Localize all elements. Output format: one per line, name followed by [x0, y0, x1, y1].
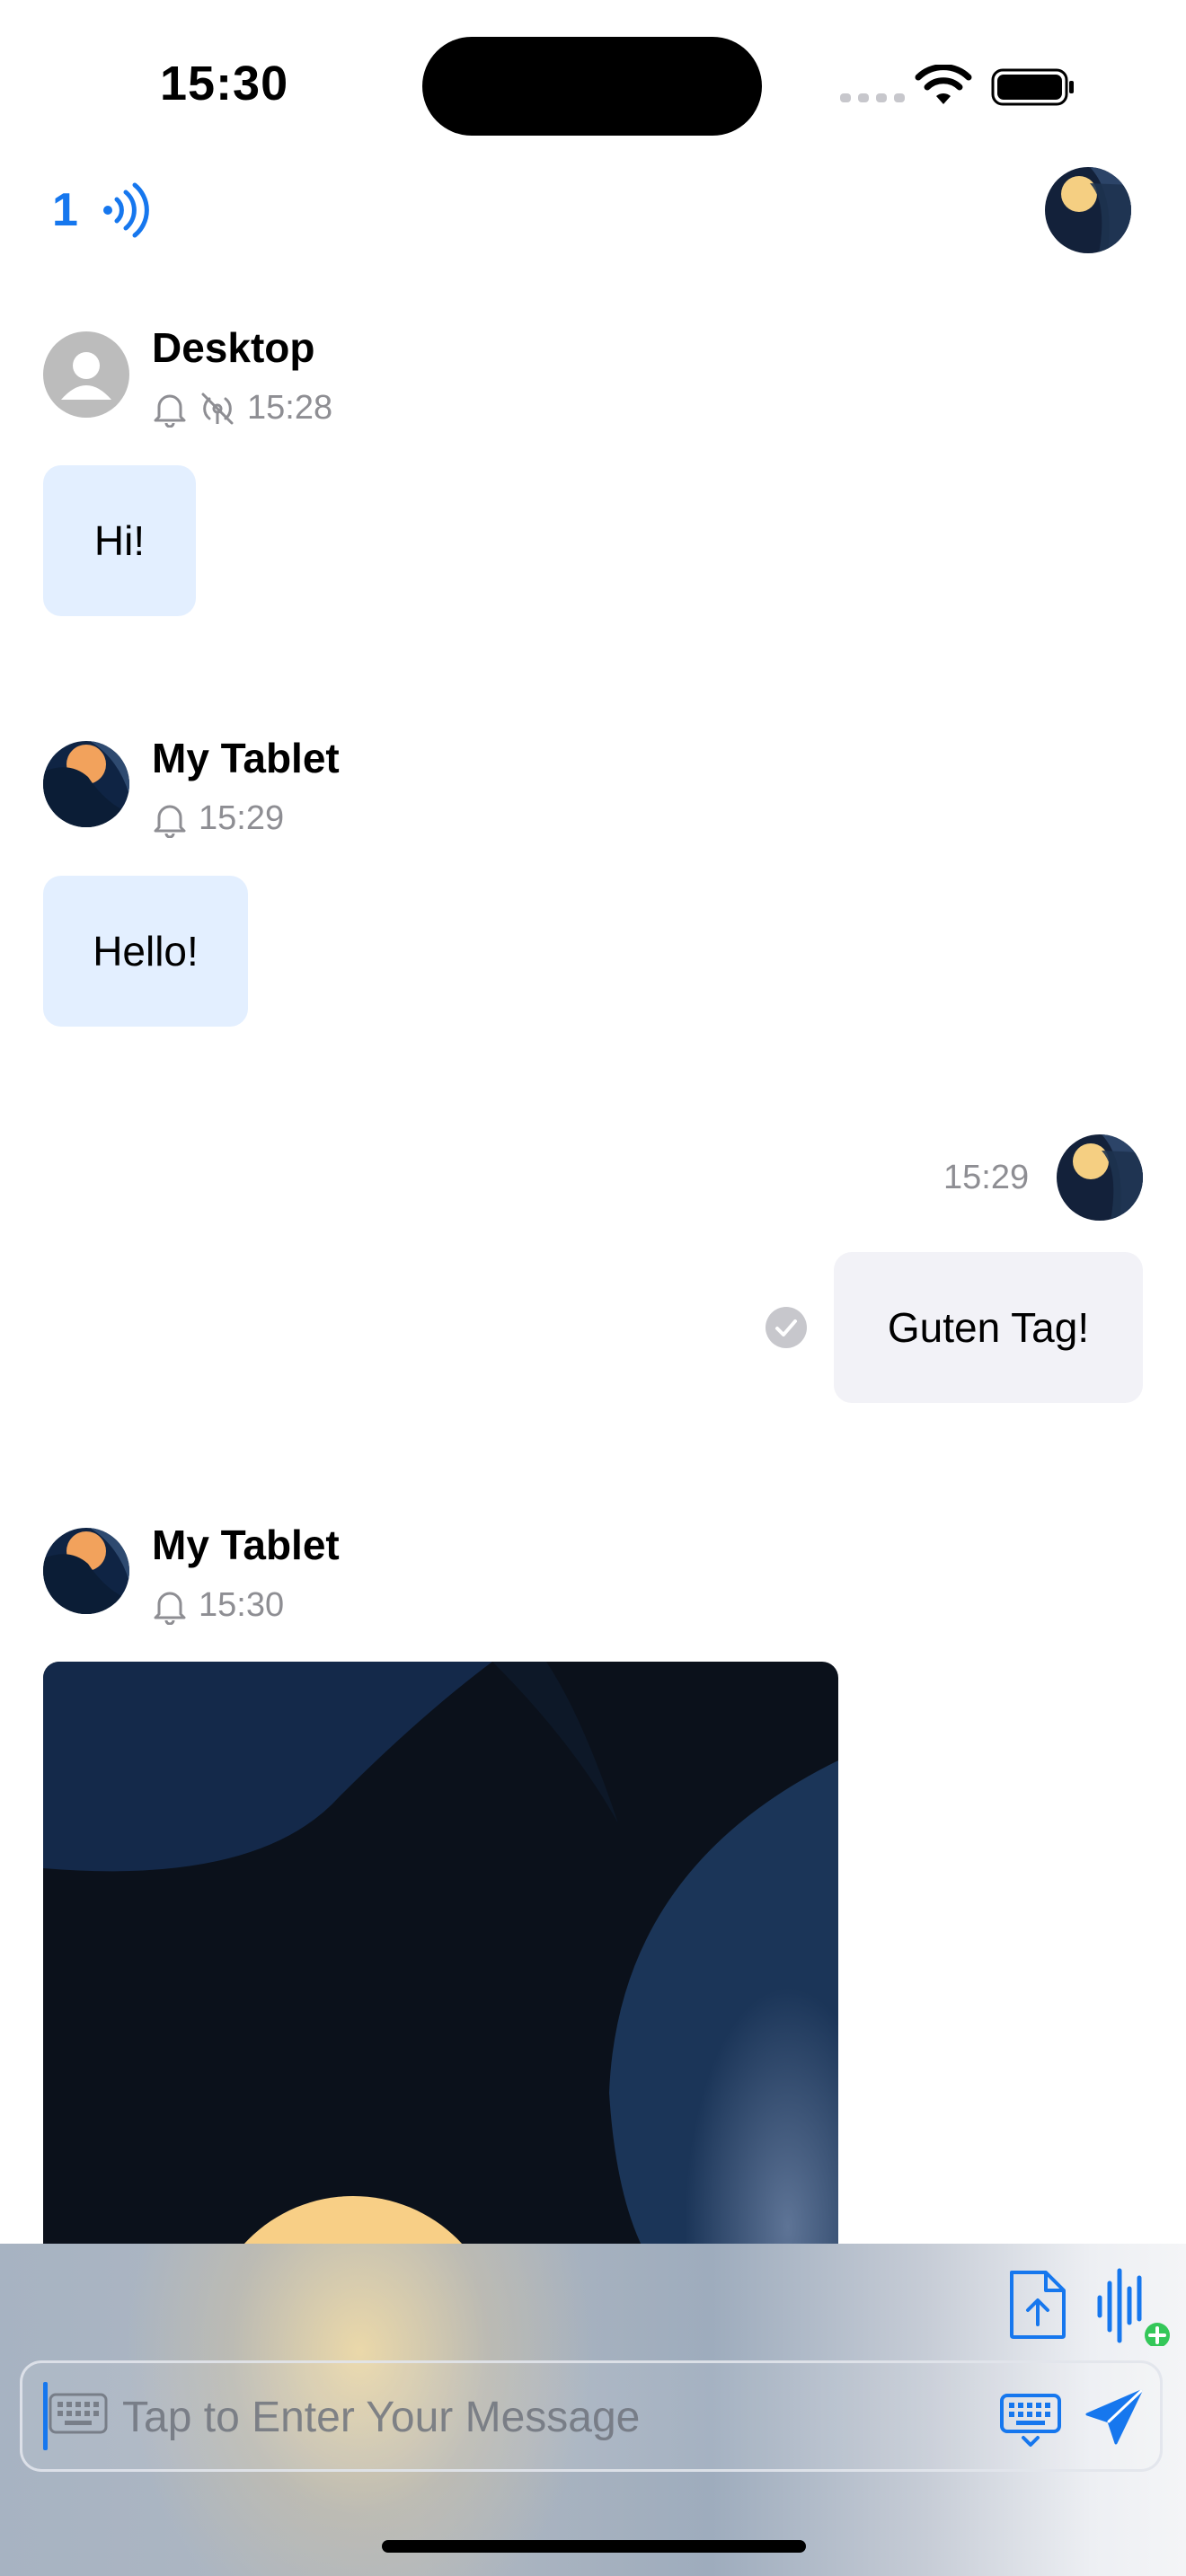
- sender-name: My Tablet: [152, 735, 340, 781]
- message-placeholder: Tap to Enter Your Message: [122, 2394, 641, 2441]
- no-signal-icon: [201, 393, 234, 424]
- status-time: 15:30: [160, 57, 289, 110]
- keyboard-icon[interactable]: [999, 2393, 1062, 2448]
- voice-add-icon[interactable]: [1094, 2265, 1175, 2346]
- message-time: 15:30: [199, 1586, 285, 1624]
- file-upload-icon[interactable]: [1006, 2269, 1069, 2341]
- battery-icon: [991, 68, 1074, 106]
- message-bubble[interactable]: Hi!: [43, 465, 196, 616]
- message-text: Hello!: [93, 928, 199, 975]
- keyboard-icon: [49, 2393, 108, 2434]
- sender-avatar-tablet[interactable]: [43, 1528, 129, 1614]
- online-device-count[interactable]: 1: [52, 183, 78, 237]
- dynamic-island: [422, 37, 762, 136]
- message-text: Guten Tag!: [887, 1304, 1090, 1351]
- cellular-signal-icon: [840, 93, 905, 102]
- wifi-icon: [915, 65, 972, 104]
- message-bubble[interactable]: Guten Tag!: [834, 1252, 1143, 1403]
- message-bubble[interactable]: Hello!: [43, 876, 248, 1027]
- bell-icon: [154, 394, 186, 428]
- bell-icon: [154, 1592, 186, 1625]
- send-icon[interactable]: [1084, 2387, 1145, 2448]
- message-meta: 15:30: [152, 1586, 284, 1625]
- message-text: Hi!: [93, 517, 146, 564]
- check-icon: [766, 1307, 807, 1348]
- message-time: 15:28: [247, 389, 333, 427]
- home-indicator: [382, 2540, 806, 2553]
- text-caret: [43, 2382, 48, 2450]
- message-time: 15:29: [943, 1159, 1030, 1196]
- broadcast-icon[interactable]: [97, 181, 155, 239]
- message-meta: 15:29: [152, 799, 284, 838]
- message-meta: 15:28: [152, 389, 332, 428]
- sender-avatar-tablet[interactable]: [43, 741, 129, 827]
- sender-name: Desktop: [152, 324, 315, 371]
- sender-avatar-desktop[interactable]: [43, 331, 129, 418]
- bell-icon: [154, 805, 186, 838]
- my-device-avatar[interactable]: [1045, 167, 1131, 253]
- my-avatar[interactable]: [1057, 1134, 1143, 1221]
- sender-name: My Tablet: [152, 1522, 340, 1568]
- message-image[interactable]: [43, 1662, 838, 2290]
- message-time: 15:29: [199, 799, 285, 837]
